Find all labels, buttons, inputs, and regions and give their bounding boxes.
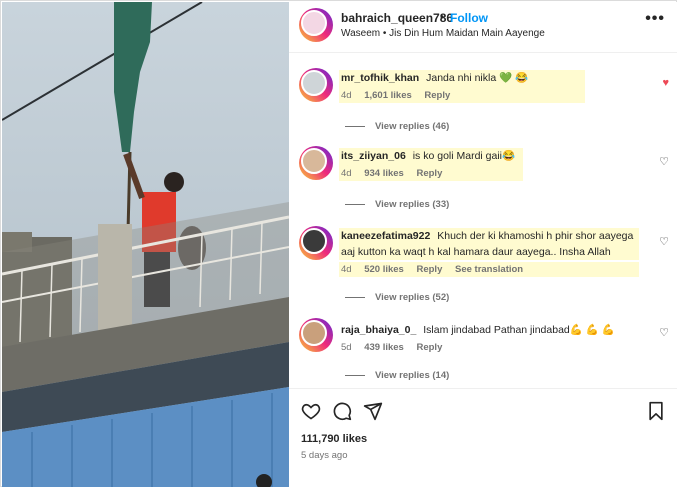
- comment-age: 4d: [341, 264, 352, 275]
- view-replies[interactable]: View replies (33): [345, 199, 449, 210]
- comment-text-line1: Khuch der ki khamoshi h phir shor aayega: [437, 230, 634, 242]
- author-avatar[interactable]: [299, 8, 333, 42]
- post-header: bahraich_queen786 • Follow Waseem • Jis …: [289, 2, 677, 53]
- comment-meta: 4d 1,601 likes Reply: [339, 88, 585, 103]
- post-date: 5 days ago: [301, 450, 348, 461]
- author-username[interactable]: bahraich_queen786: [341, 11, 453, 25]
- like-icon[interactable]: [301, 401, 321, 426]
- comment-text: Islam jindabad Pathan jindabad💪 💪 💪: [423, 324, 615, 336]
- save-bookmark-icon[interactable]: [647, 401, 665, 426]
- comment-likes[interactable]: 1,601 likes: [364, 90, 412, 101]
- heart-outline-icon[interactable]: ♡: [659, 155, 669, 168]
- separator-dot: •: [440, 10, 445, 24]
- comment-icon[interactable]: [332, 401, 352, 426]
- comment-age: 4d: [341, 90, 352, 101]
- commenter-username[interactable]: raja_bhaiya_0_: [341, 324, 416, 336]
- commenter-avatar[interactable]: [299, 226, 333, 260]
- heart-filled-icon[interactable]: ♥: [662, 77, 669, 89]
- post-likes-count[interactable]: 111,790 likes: [301, 433, 367, 445]
- post-dialog: bahraich_queen786 • Follow Waseem • Jis …: [0, 0, 677, 487]
- post-actions: 111,790 likes 5 days ago: [289, 388, 677, 489]
- commenter-username[interactable]: its_ziiyan_06: [341, 150, 406, 162]
- commenter-username[interactable]: mr_tofhik_khan: [341, 72, 419, 84]
- comment-likes[interactable]: 520 likes: [364, 264, 404, 275]
- reply-button[interactable]: Reply: [424, 90, 450, 101]
- see-translation-button[interactable]: See translation: [455, 264, 523, 275]
- comment-likes[interactable]: 934 likes: [364, 168, 404, 179]
- heart-outline-icon[interactable]: ♡: [659, 326, 669, 339]
- follow-button[interactable]: Follow: [450, 11, 488, 25]
- reply-button[interactable]: Reply: [416, 264, 442, 275]
- share-icon[interactable]: [363, 401, 383, 426]
- comment-likes[interactable]: 439 likes: [364, 342, 404, 353]
- comment-meta: 4d 934 likes Reply: [339, 166, 523, 181]
- comment-age: 5d: [341, 342, 352, 353]
- comment-text-line2: aaj kutton ka waqt h kal hamara daur aay…: [341, 246, 611, 258]
- commenter-username[interactable]: kaneezefatima922: [341, 230, 430, 242]
- post-panel: bahraich_queen786 • Follow Waseem • Jis …: [289, 2, 677, 487]
- commenter-avatar[interactable]: [299, 318, 333, 352]
- commenter-avatar[interactable]: [299, 146, 333, 180]
- comment-meta: 4d 520 likes Reply See translation: [339, 262, 639, 277]
- comment-meta: 5d 439 likes Reply: [339, 340, 454, 355]
- heart-outline-icon[interactable]: ♡: [659, 235, 669, 248]
- post-media[interactable]: [2, 2, 289, 487]
- commenter-avatar[interactable]: [299, 68, 333, 102]
- audio-link[interactable]: Waseem • Jis Din Hum Maidan Main Aayenge: [341, 28, 545, 39]
- reply-button[interactable]: Reply: [416, 168, 442, 179]
- reply-button[interactable]: Reply: [416, 342, 442, 353]
- view-replies[interactable]: View replies (14): [345, 370, 449, 381]
- view-replies[interactable]: View replies (52): [345, 292, 449, 303]
- more-options-icon[interactable]: •••: [645, 10, 665, 28]
- comment-age: 4d: [341, 168, 352, 179]
- view-replies[interactable]: View replies (46): [345, 121, 449, 132]
